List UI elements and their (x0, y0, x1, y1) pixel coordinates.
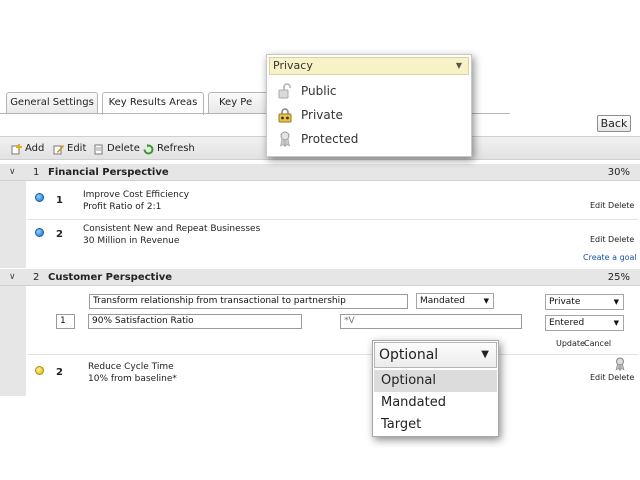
goal-name-input[interactable]: Transform relationship from transactiona… (89, 294, 408, 309)
goal-number: 2 (56, 367, 63, 378)
section-percent: 30% (607, 167, 630, 178)
goal-3-edit-delete[interactable]: Edit Delete (590, 373, 634, 382)
back-button[interactable]: Back (597, 115, 631, 132)
goal-type-dropdown-select[interactable]: Optional ▼ (374, 342, 497, 368)
section-number: 1 (33, 167, 40, 178)
privacy-select[interactable]: Private ▼ (545, 294, 624, 310)
tab-key-results-areas[interactable]: Key Results Areas (102, 92, 204, 115)
status-dot-icon (35, 193, 44, 202)
update-button[interactable]: Update (556, 339, 585, 348)
goal-type-option-target[interactable]: Target (374, 414, 497, 436)
section-number: 2 (33, 272, 40, 283)
dropdown-arrow-icon: ▼ (483, 297, 489, 305)
privacy-option-private[interactable]: Private (278, 106, 343, 124)
section-title: Customer Perspective (48, 272, 173, 283)
edit-button[interactable]: Edit (53, 142, 86, 156)
goal-type-option-mandated[interactable]: Mandated (374, 392, 497, 414)
status-dot-icon (35, 228, 44, 237)
dropdown-arrow-icon: ▼ (613, 319, 619, 327)
cancel-button[interactable]: Cancel (584, 339, 611, 348)
refresh-icon (143, 143, 154, 154)
refresh-button[interactable]: Refresh (143, 142, 195, 156)
privacy-value: Private (549, 297, 581, 307)
unlock-icon (278, 83, 291, 99)
goal-type-option-optional[interactable]: Optional (374, 370, 497, 392)
measure-input[interactable]: 90% Satisfaction Ratio (88, 314, 302, 329)
section-2-side-strip (0, 286, 26, 396)
goal-title: Consistent New and Repeat Businesses (83, 224, 261, 234)
dropdown-arrow-icon: ▼ (481, 349, 489, 360)
target-input[interactable]: *V (340, 314, 522, 329)
privacy-option-protected[interactable]: Protected (278, 130, 358, 148)
goal-title: Reduce Cycle Time (88, 362, 174, 372)
status-value: Entered (549, 318, 585, 328)
goal-1-text: Improve Cost Efficiency Profit Ratio of … (83, 189, 189, 213)
row-divider (28, 354, 638, 355)
goal-title: Improve Cost Efficiency (83, 190, 190, 200)
order-input[interactable]: 1 (56, 314, 75, 329)
row-divider (28, 219, 638, 220)
add-button[interactable]: Add (11, 142, 44, 156)
privacy-option-label: Private (301, 108, 343, 122)
edit-label: Edit (67, 143, 87, 154)
goal-type-dropdown-popup: Optional ▼ Optional Mandated Target (372, 340, 499, 437)
delete-icon (94, 144, 103, 154)
edit-icon (53, 144, 64, 154)
privacy-option-label: Protected (301, 132, 359, 146)
section-percent: 25% (607, 272, 630, 283)
goal-number: 1 (56, 195, 63, 206)
status-dot-icon (35, 366, 44, 375)
goal-measure: Profit Ratio of 2:1 (83, 202, 162, 212)
goal-type-select[interactable]: Mandated ▼ (416, 293, 494, 309)
ribbon-icon (280, 131, 290, 147)
dropdown-arrow-icon: ▼ (613, 298, 619, 306)
private-lock-icon (278, 108, 292, 123)
goal-type-selected-value: Optional (379, 347, 439, 363)
goal-1-edit-delete[interactable]: Edit Delete (590, 201, 634, 210)
create-goal-link[interactable]: Create a goal (583, 253, 637, 262)
refresh-label: Refresh (157, 143, 195, 154)
goal-measure: 30 Million in Revenue (83, 236, 180, 246)
add-label: Add (25, 143, 45, 154)
goal-2-text: Consistent New and Repeat Businesses 30 … (83, 223, 260, 247)
delete-label: Delete (107, 143, 140, 154)
privacy-option-public[interactable]: Public (278, 82, 337, 100)
tab-general-settings[interactable]: General Settings (6, 92, 98, 114)
status-select[interactable]: Entered ▼ (545, 315, 624, 331)
tab-key-performance[interactable]: Key Pe (208, 92, 268, 114)
privacy-dropdown-popup: Privacy ▼ Public Private Protected (266, 54, 472, 157)
privacy-header-label: Privacy (273, 59, 313, 72)
goal-3-text: Reduce Cycle Time 10% from baseline* (88, 361, 177, 385)
delete-button[interactable]: Delete (93, 142, 140, 156)
privacy-option-label: Public (301, 84, 337, 98)
add-icon (11, 143, 22, 154)
privacy-dropdown-header[interactable]: Privacy ▼ (269, 57, 469, 75)
section-financial-perspective[interactable]: ∨ 1 Financial Perspective 30% (0, 164, 640, 181)
chevron-down-icon[interactable]: ∨ (9, 269, 16, 286)
chevron-down-icon[interactable]: ∨ (9, 164, 16, 181)
goal-type-value: Mandated (420, 296, 465, 306)
goal-2-edit-delete[interactable]: Edit Delete (590, 235, 634, 244)
goal-measure: 10% from baseline* (88, 374, 177, 384)
section-customer-perspective[interactable]: ∨ 2 Customer Perspective 25% (0, 269, 640, 286)
ribbon-icon (615, 357, 625, 371)
chevron-down-icon: ▼ (455, 61, 462, 70)
goal-number: 2 (56, 229, 63, 240)
section-1-side-strip (0, 181, 26, 268)
section-title: Financial Perspective (48, 167, 169, 178)
